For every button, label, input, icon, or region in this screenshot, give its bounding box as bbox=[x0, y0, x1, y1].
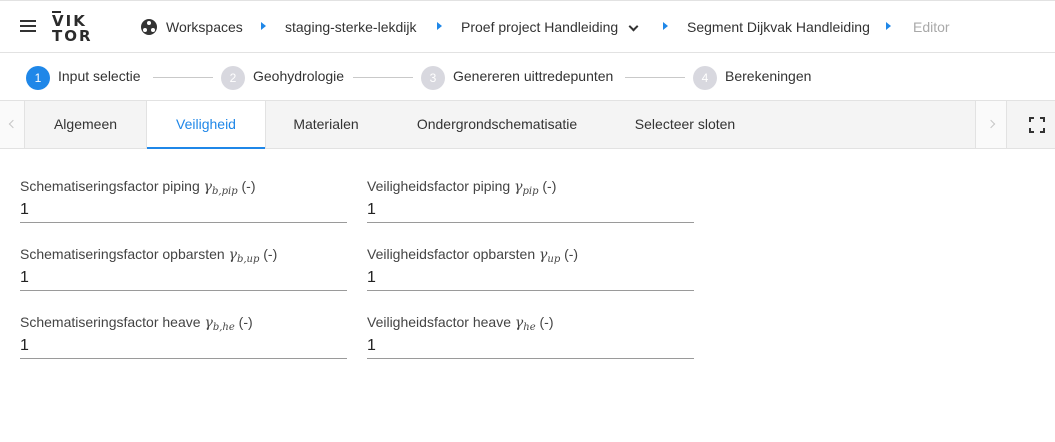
breadcrumb-workspace[interactable]: staging-sterke-lekdijk bbox=[285, 18, 417, 36]
step-4-label[interactable]: Berekeningen bbox=[725, 67, 811, 85]
top-bar: VIK TOR Workspaces staging-sterke-lekdij… bbox=[0, 0, 1055, 53]
field-veiligheidsfactor-heave: Veiligheidsfactor heave γhe (-) bbox=[367, 313, 694, 361]
breadcrumb-workspaces[interactable]: Workspaces bbox=[166, 18, 243, 36]
step-2-number[interactable]: 2 bbox=[221, 66, 245, 90]
logo-line-2: TOR bbox=[52, 27, 93, 45]
chevron-right-icon[interactable] bbox=[975, 101, 1007, 148]
tab-veiligheid[interactable]: Veiligheid bbox=[146, 101, 266, 149]
step-connector bbox=[353, 77, 413, 78]
step-1-label[interactable]: Input selectie bbox=[58, 67, 141, 85]
step-connector bbox=[625, 77, 685, 78]
veiligheidsfactor-heave-input[interactable] bbox=[367, 333, 694, 359]
field-schematiseringsfactor-opbarsten: Schematiseringsfactor opbarsten γb,up (-… bbox=[20, 245, 347, 293]
chevron-left-icon[interactable] bbox=[0, 101, 25, 148]
workspace-icon bbox=[141, 19, 157, 35]
tab-algemeen[interactable]: Algemeen bbox=[25, 101, 146, 148]
tab-ondergrondschematisatie[interactable]: Ondergrondschematisatie bbox=[386, 101, 608, 148]
viktor-logo[interactable]: VIK TOR bbox=[52, 10, 92, 44]
field-schematiseringsfactor-piping: Schematiseringsfactor piping γb,pip (-) bbox=[20, 177, 347, 225]
fullscreen-icon[interactable] bbox=[1029, 117, 1045, 133]
step-2-label[interactable]: Geohydrologie bbox=[253, 67, 344, 85]
veiligheidsfactor-opbarsten-input[interactable] bbox=[367, 265, 694, 291]
field-schematiseringsfactor-heave: Schematiseringsfactor heave γb,he (-) bbox=[20, 313, 347, 361]
breadcrumb-separator-icon bbox=[886, 22, 891, 30]
menu-icon[interactable] bbox=[18, 18, 38, 36]
breadcrumb-segment[interactable]: Segment Dijkvak Handleiding bbox=[687, 18, 870, 36]
stepper: 1 Input selectie 2 Geohydrologie 3 Gener… bbox=[0, 54, 1055, 100]
schematiseringsfactor-opbarsten-input[interactable] bbox=[20, 265, 347, 291]
breadcrumb-project[interactable]: Proef project Handleiding bbox=[461, 18, 618, 36]
step-connector bbox=[153, 77, 213, 78]
breadcrumb-separator-icon bbox=[437, 22, 442, 30]
chevron-down-icon[interactable] bbox=[628, 21, 639, 32]
tab-selecteer-sloten[interactable]: Selecteer sloten bbox=[608, 101, 762, 148]
field-veiligheidsfactor-piping: Veiligheidsfactor piping γpip (-) bbox=[367, 177, 694, 225]
step-1-number[interactable]: 1 bbox=[26, 66, 50, 90]
step-4-number[interactable]: 4 bbox=[693, 66, 717, 90]
step-3-number[interactable]: 3 bbox=[421, 66, 445, 90]
breadcrumb-editor: Editor bbox=[913, 19, 950, 35]
schematiseringsfactor-heave-input[interactable] bbox=[20, 333, 347, 359]
tab-bar: Algemeen Veiligheid Materialen Ondergron… bbox=[0, 100, 1055, 149]
veiligheidsfactor-piping-input[interactable] bbox=[367, 197, 694, 223]
schematiseringsfactor-piping-input[interactable] bbox=[20, 197, 347, 223]
tab-materialen[interactable]: Materialen bbox=[266, 101, 386, 148]
field-veiligheidsfactor-opbarsten: Veiligheidsfactor opbarsten γup (-) bbox=[367, 245, 694, 293]
breadcrumb-separator-icon bbox=[663, 22, 668, 30]
step-3-label[interactable]: Genereren uittredepunten bbox=[453, 67, 613, 85]
breadcrumb-separator-icon bbox=[261, 22, 266, 30]
